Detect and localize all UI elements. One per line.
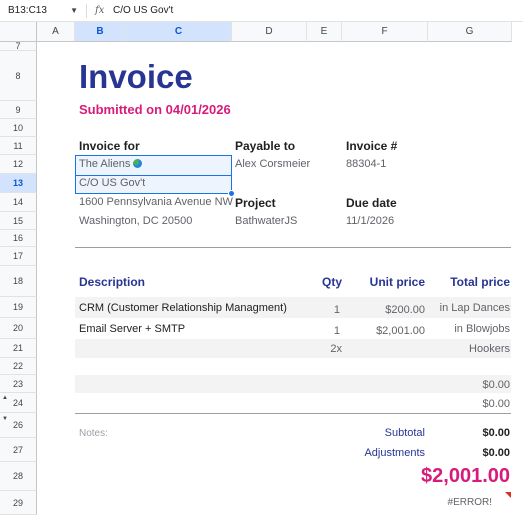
table-row-qty[interactable]: 1 <box>300 325 340 337</box>
row-header-21[interactable]: 21 <box>0 339 37 358</box>
name-box-value: B13:C13 <box>8 5 47 16</box>
row-header-24[interactable]: ▲ 24 <box>0 393 37 413</box>
due-date-label: Due date <box>346 196 397 210</box>
subtotal-value[interactable]: $0.00 <box>440 427 510 439</box>
column-header-d[interactable]: D <box>232 22 307 42</box>
column-header-b[interactable]: B <box>75 22 126 42</box>
project-label: Project <box>235 196 276 210</box>
table-row-total[interactable]: $0.00 <box>420 398 510 410</box>
row-header-7[interactable]: 7 <box>0 41 37 51</box>
table-row-qty[interactable]: 1 <box>300 304 340 316</box>
subtotal-label: Subtotal <box>384 427 425 439</box>
name-box[interactable]: B13:C13 ▼ <box>4 3 82 19</box>
formula-input[interactable]: C/O US Gov't <box>113 3 173 19</box>
row-header-19[interactable]: 19 <box>0 297 37 318</box>
row-header-23[interactable]: 23 <box>0 375 37 393</box>
total-price-header: Total price <box>450 275 510 289</box>
section-divider <box>75 247 512 248</box>
row-header-14[interactable]: 14 <box>0 193 37 212</box>
project-value[interactable]: BathwaterJS <box>235 215 297 227</box>
formula-bar: B13:C13 ▼ fx C/O US Gov't <box>0 0 523 22</box>
unit-price-header: Unit price <box>369 275 425 289</box>
table-row-total[interactable]: $0.00 <box>420 379 510 391</box>
due-date-value[interactable]: 11/1/2026 <box>346 215 394 227</box>
table-row-unit-price[interactable]: $200.00 <box>345 304 425 316</box>
row-header-20[interactable]: 20 <box>0 318 37 339</box>
row-header-11[interactable]: 11 <box>0 137 37 155</box>
row-header-10[interactable]: 10 <box>0 119 37 137</box>
description-header: Description <box>79 275 146 289</box>
select-all-corner[interactable] <box>0 22 37 42</box>
row-header-17[interactable]: 17 <box>0 247 37 266</box>
column-header-a[interactable]: A <box>37 22 75 42</box>
payable-to-value[interactable]: Alex Corsmeier <box>235 158 310 170</box>
row-header-15[interactable]: 15 <box>0 212 37 230</box>
client-address1[interactable]: 1600 Pennsylvania Avenue NW <box>79 196 233 208</box>
row-header-12[interactable]: 12 <box>0 155 37 174</box>
row-header-27[interactable]: 27 <box>0 438 37 462</box>
table-row-unit-price[interactable]: $2,001.00 <box>345 325 425 337</box>
expand-up-icon[interactable]: ▲ <box>2 395 8 401</box>
expand-down-icon[interactable]: ▼ <box>2 416 8 422</box>
client-name-cell[interactable]: The Aliens <box>79 158 143 170</box>
column-header-e[interactable]: E <box>307 22 342 42</box>
row-header-28[interactable]: 28 <box>0 462 37 491</box>
adjustments-value[interactable]: $0.00 <box>440 447 510 459</box>
client-address2[interactable]: Washington, DC 20500 <box>79 215 192 227</box>
table-row-description[interactable]: Email Server + SMTP <box>79 323 185 335</box>
column-header-f[interactable]: F <box>342 22 428 42</box>
payable-to-label: Payable to <box>235 139 296 153</box>
row-header-13[interactable]: 13 <box>0 174 37 193</box>
table-row-total[interactable]: Hookers <box>420 343 510 355</box>
row-header-26[interactable]: ▼ 26 <box>0 413 37 438</box>
adjustments-label: Adjustments <box>364 447 425 459</box>
error-cell[interactable]: #ERROR! <box>420 497 492 508</box>
divider <box>86 4 87 18</box>
scrollbar-gutter[interactable] <box>511 42 523 524</box>
chevron-down-icon[interactable]: ▼ <box>70 3 78 19</box>
row-header-8[interactable]: 8 <box>0 51 37 101</box>
notes-label: Notes: <box>79 428 108 439</box>
client-name: The Aliens <box>79 158 131 170</box>
table-row-qty[interactable]: 2x <box>300 343 342 355</box>
fx-icon: fx <box>95 5 105 16</box>
table-row-description[interactable]: CRM (Customer Relationship Managment) <box>79 302 287 314</box>
table-row-total[interactable]: in Lap Dances <box>420 302 510 314</box>
client-line2-cell[interactable]: C/O US Gov't <box>79 177 145 189</box>
submitted-date: Submitted on 04/01/2026 <box>79 102 231 117</box>
column-header-c[interactable]: C <box>126 22 232 42</box>
row-header-18[interactable]: 18 <box>0 266 37 297</box>
row-header-9[interactable]: 9 <box>0 101 37 119</box>
column-header-g[interactable]: G <box>428 22 512 42</box>
invoice-for-label: Invoice for <box>79 139 140 153</box>
grand-total[interactable]: $2,001.00 <box>360 465 510 488</box>
table-row-total[interactable]: in Blowjobs <box>420 323 510 335</box>
row-header-16[interactable]: 16 <box>0 230 37 247</box>
row-header-22[interactable]: 22 <box>0 358 37 375</box>
qty-header: Qty <box>321 275 342 289</box>
invoice-number-value[interactable]: 88304-1 <box>346 158 386 170</box>
summary-divider <box>75 413 512 414</box>
globe-icon <box>133 159 143 168</box>
invoice-title: Invoice <box>79 58 193 95</box>
row-header-29[interactable]: 29 <box>0 491 37 515</box>
invoice-number-label: Invoice # <box>346 139 398 153</box>
